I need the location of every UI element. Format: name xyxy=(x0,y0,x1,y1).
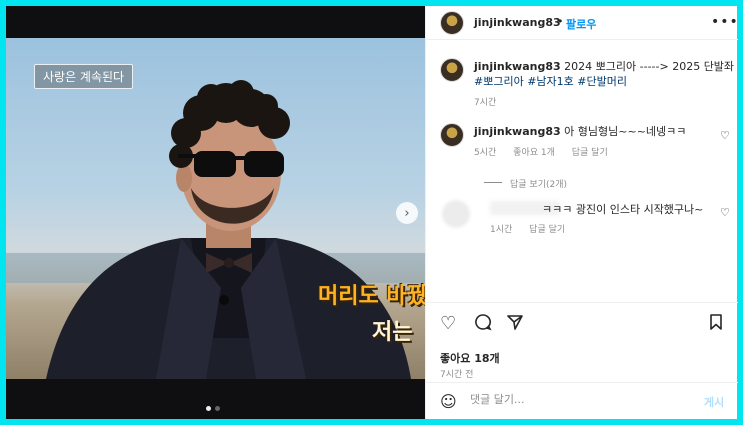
media-caption-box: 사랑은 계속된다 xyxy=(34,64,134,89)
caption-block: jinjinkwang83 2024 뽀그리아 -----> 2025 단발좌 xyxy=(474,59,734,74)
media-subtitle-line2: 저는 xyxy=(372,320,413,345)
post-media: 사랑은 계속된다 머리도 바꿨 저는 › xyxy=(6,6,425,419)
comment2-time: 1시간 xyxy=(490,225,513,235)
send-icon[interactable] xyxy=(506,313,524,336)
bookmark-icon[interactable] xyxy=(708,313,724,336)
comment-like-icon[interactable]: ♡ xyxy=(720,129,730,142)
smiley-icon[interactable]: ☺ xyxy=(440,392,457,411)
comment2-reply-button[interactable]: 답글 달기 xyxy=(529,225,565,235)
comment-meta: 5시간 좋아요 1개 답글 달기 xyxy=(474,145,622,158)
carousel-dot-1[interactable] xyxy=(206,406,211,411)
post-photo: 사랑은 계속된다 머리도 바꿨 저는 xyxy=(6,38,425,379)
man-in-suit-image xyxy=(6,80,425,379)
next-slide-button[interactable]: › xyxy=(396,202,418,224)
comment-input[interactable] xyxy=(470,393,690,406)
comment-time: 5시간 xyxy=(474,148,497,158)
caption-time: 7시간 xyxy=(474,98,497,108)
caption-username[interactable]: jinjinkwang83 xyxy=(474,60,561,73)
author-username[interactable]: jinjinkwang83 xyxy=(474,16,561,29)
post-time-ago: 7시간 전 xyxy=(440,370,474,380)
comment2-meta: 1시간 답글 달기 xyxy=(490,222,579,235)
comment2-text: ㅋㅋㅋ 광진이 인스타 시작했구나~ xyxy=(542,203,704,216)
comment-text: 아 형님형님~~~네넹ㅋㅋ xyxy=(564,125,687,138)
post-comment-button[interactable]: 게시 xyxy=(704,394,724,410)
post-header: jinjinkwang83 • 팔로우 ••• xyxy=(426,6,738,40)
header-separator: • xyxy=(557,15,564,28)
comment-reply-button[interactable]: 답글 달기 xyxy=(572,148,608,158)
caption-avatar[interactable] xyxy=(440,58,464,82)
carousel-dots xyxy=(206,406,220,411)
media-subtitle-line1: 머리도 바꿨 xyxy=(318,284,425,309)
post-modal: 사랑은 계속된다 머리도 바꿨 저는 › jinjinkwang83 • 팔로우… xyxy=(6,6,738,419)
chevron-right-icon: › xyxy=(404,205,410,221)
comment2-avatar[interactable] xyxy=(442,200,470,228)
carousel-dot-2[interactable] xyxy=(215,406,220,411)
author-avatar[interactable] xyxy=(440,11,464,35)
caption-hashtags[interactable]: #뽀그리아 #남자1호 #단발머리 xyxy=(474,74,627,89)
comment-bar: ☺ 게시 xyxy=(426,382,738,419)
heart-icon[interactable]: ♡ xyxy=(440,313,456,334)
caption-text: 2024 뽀그리아 -----> 2025 단발좌 xyxy=(564,60,735,73)
view-replies-button[interactable]: 답글 보기(2개) xyxy=(510,177,567,190)
comment-icon[interactable] xyxy=(474,313,492,336)
replies-divider xyxy=(484,182,502,183)
likes-count[interactable]: 좋아요 18개 xyxy=(440,350,500,366)
post-side-panel: jinjinkwang83 • 팔로우 ••• jinjinkwang83 20… xyxy=(425,6,738,419)
comment-block: jinjinkwang83 아 형님형님~~~네넹ㅋㅋ xyxy=(474,124,686,139)
comment-avatar[interactable] xyxy=(440,123,464,147)
post-actions: ♡ 좋아요 18개 7시간 전 xyxy=(426,302,738,382)
comment2-like-icon[interactable]: ♡ xyxy=(720,206,730,219)
comment-username[interactable]: jinjinkwang83 xyxy=(474,125,561,138)
comment-likes[interactable]: 좋아요 1개 xyxy=(513,148,555,158)
follow-button[interactable]: 팔로우 xyxy=(566,16,596,32)
more-options-icon[interactable]: ••• xyxy=(711,14,739,30)
